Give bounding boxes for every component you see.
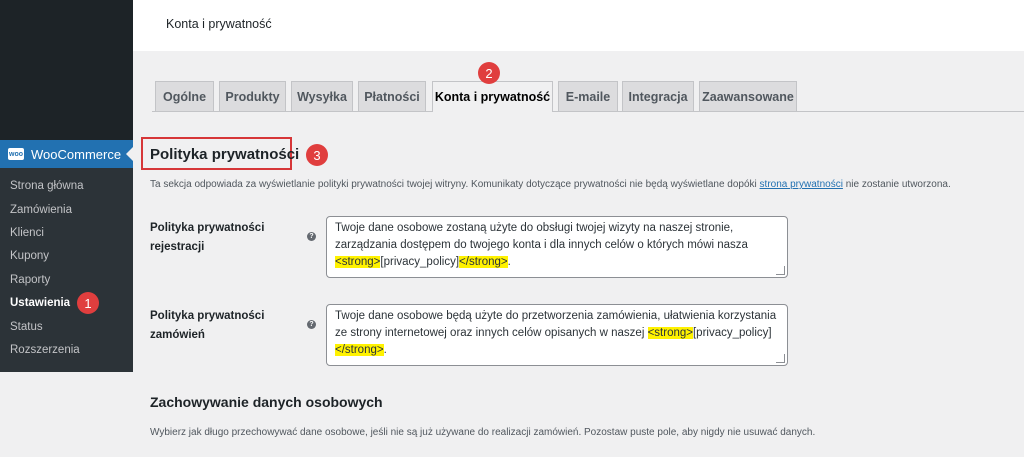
annotation-marker-1: 1 <box>77 292 99 314</box>
submenu-item-home[interactable]: Strona główna <box>10 180 84 192</box>
tab-general[interactable]: Ogólne <box>155 81 214 111</box>
submenu-item-status[interactable]: Status <box>10 321 43 333</box>
page-title: Konta i prywatność <box>166 17 272 31</box>
section-description: Ta sekcja odpowiada za wyświetlanie poli… <box>150 179 951 190</box>
woocommerce-icon: woo <box>8 148 24 160</box>
help-icon[interactable]: ? <box>307 320 316 329</box>
section-title: Polityka prywatności <box>150 146 300 163</box>
woocommerce-submenu: Strona główna Zamówienia Klienci Kupony … <box>0 168 133 372</box>
settings-tabs: Ogólne Produkty Wysyłka Płatności Konta … <box>133 81 1024 112</box>
tab-products[interactable]: Produkty <box>219 81 286 111</box>
sidebar-item-label: WooCommerce <box>31 146 122 162</box>
privacy-page-link[interactable]: strona prywatności <box>760 179 843 190</box>
field-label-registration-policy: Polityka prywatności rejestracji <box>150 222 265 253</box>
current-menu-arrow <box>126 147 133 161</box>
submenu-item-coupons[interactable]: Kupony <box>10 250 49 262</box>
registration-policy-textarea[interactable]: Twoje dane osobowe zostaną użyte do obsł… <box>326 216 788 278</box>
submenu-item-settings[interactable]: Ustawienia <box>10 297 70 309</box>
tabs-divider <box>152 111 1024 112</box>
resize-handle[interactable] <box>776 354 785 363</box>
annotation-marker-2: 2 <box>478 62 500 84</box>
sidebar-item-woocommerce[interactable]: woo WooCommerce <box>0 140 133 168</box>
retention-section-description: Wybierz jak długo przechowywać dane osob… <box>150 427 816 438</box>
field-label-order-policy: Polityka prywatności zamówień <box>150 310 265 341</box>
tab-shipping[interactable]: Wysyłka <box>291 81 353 111</box>
tab-advanced[interactable]: Zaawansowane <box>699 81 797 111</box>
submenu-item-customers[interactable]: Klienci <box>10 227 44 239</box>
annotation-marker-3: 3 <box>306 144 328 166</box>
tab-integration[interactable]: Integracja <box>622 81 694 111</box>
retention-section-title: Zachowywanie danych osobowych <box>150 394 383 410</box>
submenu-item-reports[interactable]: Raporty <box>10 274 50 286</box>
submenu-item-orders[interactable]: Zamówienia <box>10 204 72 216</box>
tab-accounts-privacy[interactable]: Konta i prywatność <box>432 81 553 112</box>
page-header: Konta i prywatność <box>133 0 1024 51</box>
help-icon[interactable]: ? <box>307 232 316 241</box>
resize-handle[interactable] <box>776 266 785 275</box>
submenu-item-extensions[interactable]: Rozszerzenia <box>10 344 80 356</box>
order-policy-textarea[interactable]: Twoje dane osobowe będą użyte do przetwo… <box>326 304 788 366</box>
tab-emails[interactable]: E-maile <box>558 81 618 111</box>
tab-payments[interactable]: Płatności <box>358 81 426 111</box>
